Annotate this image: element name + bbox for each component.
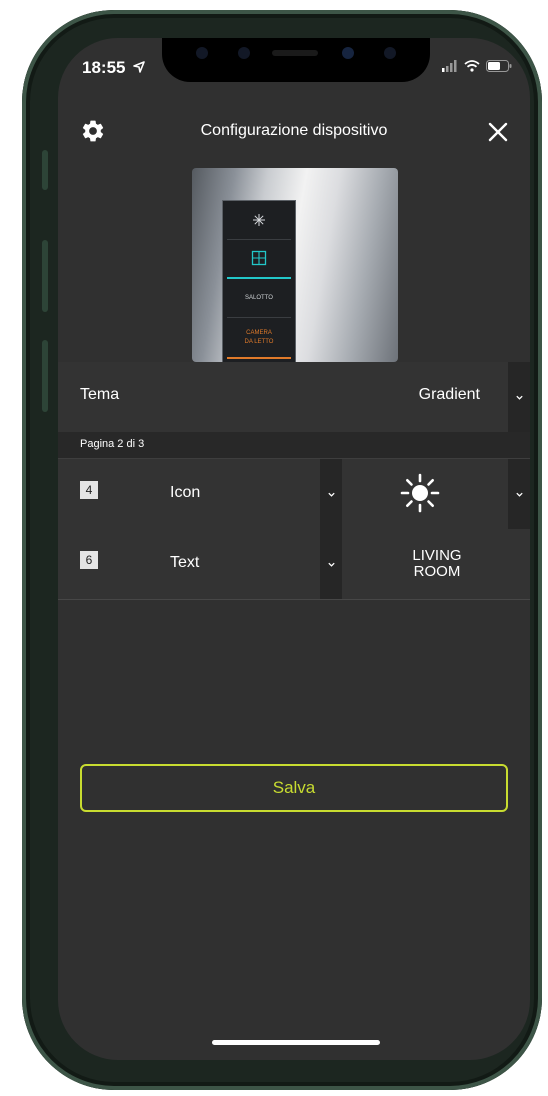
- save-button[interactable]: Salva: [80, 764, 508, 812]
- signal-icon: [442, 60, 457, 72]
- sensor: [384, 47, 396, 59]
- button-type-dropdown[interactable]: [320, 529, 342, 599]
- switch-panel: SALOTTO CAMERA DA LETTO: [222, 200, 296, 366]
- button-icon-select[interactable]: [344, 459, 530, 529]
- page-indicator: Pagina 2 di 3: [58, 432, 530, 459]
- page-indicator-text: Pagina 2 di 3: [80, 438, 145, 450]
- status-icons: [442, 60, 512, 72]
- theme-row[interactable]: Tema Gradient: [58, 362, 530, 433]
- home-indicator[interactable]: [212, 1040, 380, 1045]
- location-arrow-icon: [133, 61, 146, 73]
- snowflake-icon: [253, 214, 265, 226]
- status-time: 18:55: [82, 58, 146, 78]
- header: Configurazione dispositivo: [58, 116, 530, 148]
- chevron-down-icon: [327, 562, 335, 567]
- sun-icon: [400, 473, 440, 513]
- switch-label: CAMERA: [246, 330, 272, 336]
- volume-up-button: [42, 240, 48, 312]
- switch-cell-salotto: SALOTTO: [227, 281, 291, 318]
- button-label-field[interactable]: LIVING ROOM: [344, 529, 530, 599]
- button-type-select[interactable]: 4 Icon: [58, 459, 344, 529]
- button-type-select[interactable]: 6 Text: [58, 529, 344, 599]
- theme-label: Tema: [80, 386, 120, 403]
- switch-label: DA LETTO: [244, 339, 274, 345]
- button-number-badge: 4: [80, 481, 98, 499]
- window-icon: [251, 250, 267, 266]
- volume-down-button: [42, 340, 48, 412]
- switch-cell-camera: CAMERA DA LETTO: [227, 321, 291, 359]
- switch-label: SALOTTO: [245, 295, 273, 301]
- button-type-label: Text: [170, 554, 200, 571]
- battery-icon: [486, 60, 512, 72]
- button-icon-dropdown[interactable]: [508, 459, 530, 529]
- chevron-down-icon: [515, 492, 523, 497]
- status-time-text: 18:55: [82, 58, 126, 77]
- wifi-icon: [464, 60, 480, 72]
- sensor: [238, 47, 250, 59]
- front-camera: [342, 47, 354, 59]
- notch: [162, 38, 430, 82]
- button-config-row: 6 Text LIVING ROOM: [58, 529, 530, 600]
- page-title: Configurazione dispositivo: [200, 122, 388, 139]
- speaker: [272, 50, 318, 56]
- theme-value[interactable]: Gradient: [419, 386, 480, 404]
- mute-switch: [42, 150, 48, 190]
- button-config-row: 4 Icon: [58, 459, 530, 530]
- button-type-dropdown[interactable]: [320, 459, 342, 529]
- button-number-badge: 6: [80, 551, 98, 569]
- device-preview-image: SALOTTO CAMERA DA LETTO: [192, 168, 398, 366]
- switch-cell-window: [227, 241, 291, 279]
- chevron-down-icon: [327, 492, 335, 497]
- button-label-text: LIVING ROOM: [412, 547, 462, 580]
- chevron-down-icon: [515, 395, 523, 400]
- sensor: [196, 47, 208, 59]
- close-icon[interactable]: [486, 120, 510, 144]
- switch-cell-snow: [227, 203, 291, 240]
- button-type-label: Icon: [170, 484, 201, 501]
- theme-dropdown[interactable]: [508, 362, 530, 432]
- app-screen: 18:55 Configurazione dispositivo SALOTTO…: [58, 38, 530, 1060]
